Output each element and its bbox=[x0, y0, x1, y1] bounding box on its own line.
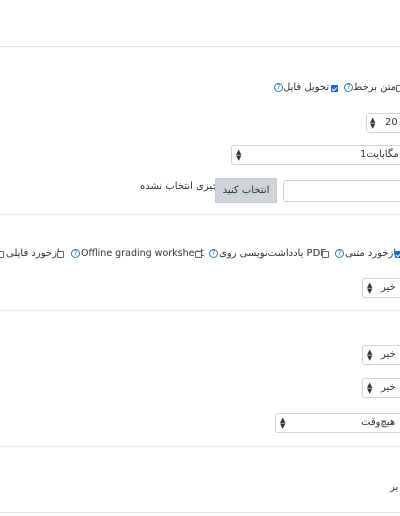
no-selection-text: چیزی انتخاب نشده bbox=[140, 181, 219, 192]
select-arrow-icon: ▲ ▼ bbox=[280, 416, 286, 430]
attempts-reopened-select[interactable]: ▲ ▼ هیچ‌وقت bbox=[275, 413, 400, 433]
annotate-pdf-label: یادداشت‌نویسی روی PDF bbox=[219, 248, 327, 259]
feedback-comments-main-checkbox[interactable] bbox=[395, 251, 400, 258]
feedback-comments-checkbox[interactable] bbox=[322, 251, 329, 258]
select-arrow-icon: ▲ ▼ bbox=[367, 281, 373, 295]
file-submissions-checkbox[interactable] bbox=[331, 85, 338, 92]
offline-grading-label: Offline grading worksheet bbox=[81, 248, 205, 259]
select-arrow-icon: ▲ ▼ bbox=[236, 148, 242, 162]
choose-file-types-button[interactable]: انتخاب کنید bbox=[215, 178, 277, 203]
submission-statement-select[interactable]: ▲ ▼ خیر bbox=[362, 378, 400, 398]
online-text-label: متن برخط bbox=[353, 82, 397, 93]
help-icon[interactable]: ? bbox=[344, 83, 353, 92]
help-icon[interactable]: ? bbox=[274, 83, 283, 92]
feedback-comments-label: بازخورد متنی bbox=[345, 248, 400, 259]
feedback-files-label: بازخورد فایلی bbox=[6, 248, 63, 259]
offline-grading-checkbox[interactable] bbox=[57, 251, 64, 258]
max-size-select[interactable]: ▲ ▼ 1مگابایت bbox=[231, 145, 400, 165]
file-submissions-label: تحویل فایل bbox=[283, 82, 330, 93]
section-divider bbox=[0, 214, 400, 215]
help-icon[interactable]: ? bbox=[335, 249, 344, 258]
select-arrow-icon: ▲ ▼ bbox=[367, 348, 373, 362]
select-arrow-icon: ▲ ▼ bbox=[367, 381, 373, 395]
section-divider bbox=[0, 512, 400, 513]
online-text-checkbox[interactable] bbox=[396, 85, 400, 92]
annotate-pdf-checkbox[interactable] bbox=[195, 251, 202, 258]
comment-inline-select[interactable]: ▲ ▼ خیر bbox=[362, 278, 400, 298]
section-divider bbox=[0, 446, 400, 447]
header-divider bbox=[0, 46, 400, 47]
help-icon[interactable]: ? bbox=[71, 249, 80, 258]
page-header-area bbox=[0, 0, 400, 46]
section-divider bbox=[0, 310, 400, 311]
help-icon[interactable]: ? bbox=[209, 249, 218, 258]
truncated-text: یر bbox=[390, 482, 399, 493]
require-submit-button-select[interactable]: ▲ ▼ خیر bbox=[362, 345, 400, 365]
select-arrow-icon: ▲ ▼ bbox=[370, 116, 376, 130]
feedback-files-checkbox[interactable] bbox=[0, 251, 4, 258]
word-limit-select[interactable]: ▲ ▼ 20 bbox=[366, 113, 400, 133]
file-types-input[interactable] bbox=[283, 180, 400, 202]
